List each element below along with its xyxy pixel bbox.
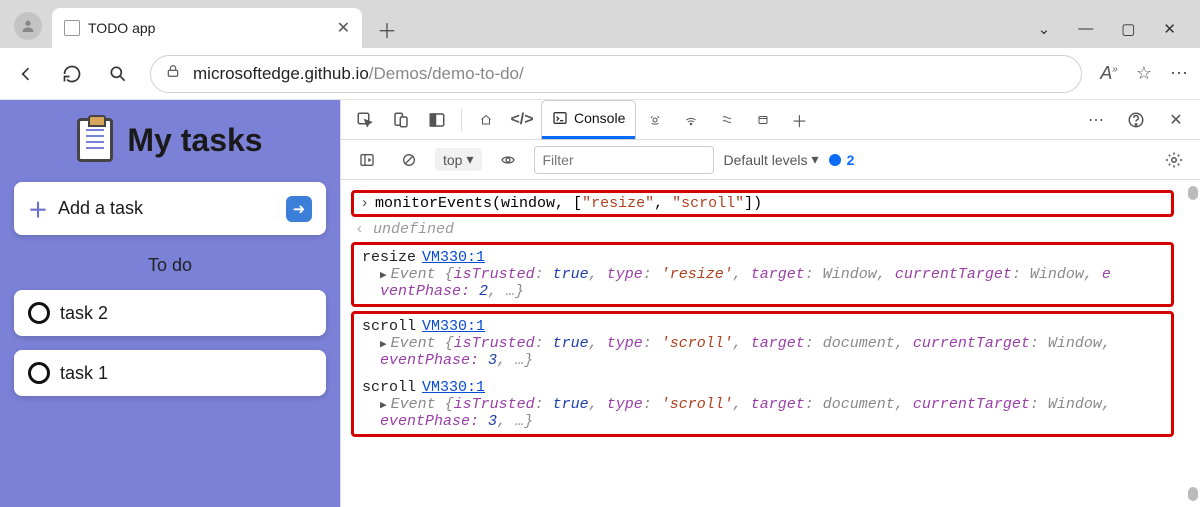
chevron-down-icon: ▾	[466, 151, 473, 168]
issues-count: 2	[847, 152, 855, 168]
add-task-go-button[interactable]: ➜	[286, 196, 312, 222]
url-path: /Demos/demo-to-do/	[369, 64, 524, 84]
window-controls: ⌄ — ▢ ✕	[1038, 20, 1192, 38]
context-selector[interactable]: top ▾	[435, 148, 482, 171]
console-filterbar: top ▾ Default levels ▾ 2	[341, 140, 1200, 180]
more-icon[interactable]: ⋯	[1170, 63, 1188, 84]
tab-network[interactable]	[675, 101, 707, 139]
console-input-text: monitorEvents(window, ["resize", "scroll…	[375, 195, 762, 212]
tab-application[interactable]	[747, 101, 779, 139]
tab-performance[interactable]	[711, 101, 743, 139]
task-label: task 2	[60, 303, 108, 324]
plus-icon: ＋	[28, 194, 48, 223]
refresh-button[interactable]	[58, 60, 86, 88]
chevron-down-icon: ▾	[812, 151, 819, 168]
more-tabs-button[interactable]: ＋	[783, 105, 815, 135]
close-tab-icon[interactable]: ✕	[337, 18, 350, 38]
event-name: scroll	[362, 318, 416, 335]
devtools-more-icon[interactable]: ⋯	[1080, 105, 1112, 135]
browser-tab[interactable]: TODO app ✕	[52, 8, 362, 48]
event-group-scroll: scroll VM330:1 ▶Event {isTrusted: true, …	[351, 311, 1174, 437]
tab-title: TODO app	[88, 20, 337, 36]
dock-icon[interactable]	[421, 105, 453, 135]
add-task-label: Add a task	[58, 198, 143, 219]
profile-avatar[interactable]	[14, 12, 42, 40]
expander-icon[interactable]: ▶	[380, 400, 387, 412]
tab-console[interactable]: Console	[542, 101, 635, 139]
task-label: task 1	[60, 363, 108, 384]
expander-icon[interactable]: ▶	[380, 339, 387, 351]
clear-console-icon[interactable]	[393, 145, 425, 175]
maximize-icon[interactable]: ▢	[1121, 20, 1135, 38]
console-body[interactable]: › monitorEvents(window, ["resize", "scro…	[341, 180, 1200, 507]
search-icon[interactable]	[104, 60, 132, 88]
return-value: undefined	[373, 221, 454, 238]
new-tab-button[interactable]: ＋	[370, 12, 404, 46]
filter-input[interactable]	[534, 146, 714, 174]
vm-source-link[interactable]: VM330:1	[422, 249, 485, 266]
expander-icon[interactable]: ▶	[380, 270, 387, 282]
title-bar: TODO app ✕ ＋ ⌄ — ▢ ✕	[0, 0, 1200, 48]
minimize-icon[interactable]: —	[1078, 20, 1093, 38]
console-input-highlight: › monitorEvents(window, ["resize", "scro…	[351, 190, 1174, 217]
tab-console-label: Console	[574, 110, 625, 126]
favorite-icon[interactable]: ☆	[1136, 63, 1152, 84]
event-detail[interactable]: ▶Event {isTrusted: true, type: 'scroll',…	[362, 335, 1163, 369]
url-host: microsoftedge.github.io	[193, 64, 369, 84]
console-settings-icon[interactable]	[1158, 145, 1190, 175]
section-title: To do	[14, 255, 326, 276]
lock-icon	[165, 63, 181, 84]
tab-favicon	[64, 20, 80, 36]
devtools-panel: </> Console ＋ ⋯ ✕	[340, 100, 1200, 507]
scrollbar-down-icon[interactable]	[1188, 487, 1198, 501]
event-detail[interactable]: ▶Event {isTrusted: true, type: 'scroll',…	[362, 396, 1163, 430]
add-task-card[interactable]: ＋ Add a task ➜	[14, 182, 326, 235]
tab-welcome[interactable]	[470, 101, 502, 139]
task-item[interactable]: task 2	[14, 290, 326, 336]
issues-indicator[interactable]: 2	[829, 152, 855, 168]
event-name: scroll	[362, 379, 416, 396]
back-button[interactable]	[12, 60, 40, 88]
close-devtools-icon[interactable]: ✕	[1160, 105, 1192, 135]
address-bar[interactable]: microsoftedge.github.io/Demos/demo-to-do…	[150, 55, 1082, 93]
console-return-line: ‹ undefined	[349, 221, 1176, 238]
nav-bar: microsoftedge.github.io/Demos/demo-to-do…	[0, 48, 1200, 100]
context-label: top	[443, 152, 462, 168]
clipboard-icon	[77, 118, 113, 162]
app-title: My tasks	[127, 122, 262, 159]
devtools-topbar: </> Console ＋ ⋯ ✕	[341, 100, 1200, 140]
help-icon[interactable]	[1120, 105, 1152, 135]
event-detail[interactable]: ▶Event {isTrusted: true, type: 'resize',…	[362, 266, 1163, 300]
log-levels-selector[interactable]: Default levels ▾	[724, 151, 819, 168]
chevron-down-icon[interactable]: ⌄	[1038, 20, 1051, 38]
task-item[interactable]: task 1	[14, 350, 326, 396]
close-window-icon[interactable]: ✕	[1163, 20, 1176, 38]
task-checkbox[interactable]	[28, 362, 50, 384]
live-expression-icon[interactable]	[492, 145, 524, 175]
event-name: resize	[362, 249, 416, 266]
scrollbar-up-icon[interactable]	[1188, 186, 1198, 200]
vm-source-link[interactable]: VM330:1	[422, 318, 485, 335]
device-toggle-icon[interactable]	[385, 105, 417, 135]
levels-label: Default levels	[724, 152, 808, 168]
task-checkbox[interactable]	[28, 302, 50, 324]
vm-source-link[interactable]: VM330:1	[422, 379, 485, 396]
read-aloud-icon[interactable]: A»	[1100, 63, 1118, 84]
app-header: My tasks	[14, 114, 326, 168]
app-panel: My tasks ＋ Add a task ➜ To do task 2 tas…	[0, 100, 340, 507]
inspect-icon[interactable]	[349, 105, 381, 135]
toggle-sidebar-icon[interactable]	[351, 145, 383, 175]
issue-dot-icon	[829, 154, 841, 166]
tab-sources[interactable]	[639, 101, 671, 139]
event-group-resize: resize VM330:1 ▶Event {isTrusted: true, …	[351, 242, 1174, 307]
tab-elements[interactable]: </>	[506, 101, 538, 139]
console-input-line: › monitorEvents(window, ["resize", "scro…	[360, 195, 1165, 212]
prompt-icon: ›	[360, 195, 369, 212]
